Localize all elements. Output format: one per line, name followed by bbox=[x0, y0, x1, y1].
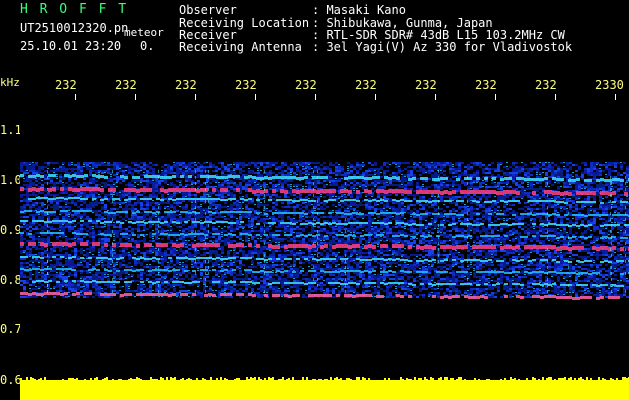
antenna-value: : 3el Yagi(V) Az 330 for Vladivostok bbox=[312, 40, 573, 54]
axis-unit-label: kHz bbox=[0, 76, 20, 89]
x-tick-label: 232 bbox=[115, 78, 137, 92]
x-tick-label: 232 bbox=[175, 78, 197, 92]
x-tick-label: 232 bbox=[355, 78, 377, 92]
header-panel: H R O F F T UT2510012320.pn meteor 25.10… bbox=[0, 0, 629, 70]
observer-value: : Masaki Kano bbox=[312, 3, 406, 17]
antenna-label: Receiving Antenna bbox=[179, 40, 302, 54]
x-tick-label: 232 bbox=[475, 78, 497, 92]
y-tick-label: 0.8 bbox=[0, 273, 22, 287]
x-tick-label: 232 bbox=[295, 78, 317, 92]
x-tick-label: 232 bbox=[415, 78, 437, 92]
meteor-count: 0. bbox=[140, 39, 155, 53]
x-tick-label: 232 bbox=[55, 78, 77, 92]
x-tick-label: 232 bbox=[235, 78, 257, 92]
observer-label: Observer bbox=[179, 3, 237, 17]
observation-datetime: 25.10.01 23:20 bbox=[20, 39, 122, 53]
x-tick-label: 2330 bbox=[595, 78, 624, 92]
file-name: UT2510012320.pn bbox=[20, 21, 129, 35]
app-brand: H R O F F T bbox=[20, 2, 129, 17]
spectrogram-plot bbox=[20, 100, 629, 400]
x-tick-label: 232 bbox=[535, 78, 557, 92]
y-tick-label: 0.7 bbox=[0, 322, 22, 336]
meteor-label: meteor bbox=[124, 26, 164, 39]
y-tick-label: 0.6 bbox=[0, 373, 22, 387]
y-tick-label: 0.9 bbox=[0, 223, 22, 237]
y-tick-label: 1.1 bbox=[0, 123, 22, 137]
y-tick-label: 1.0 bbox=[0, 173, 22, 187]
